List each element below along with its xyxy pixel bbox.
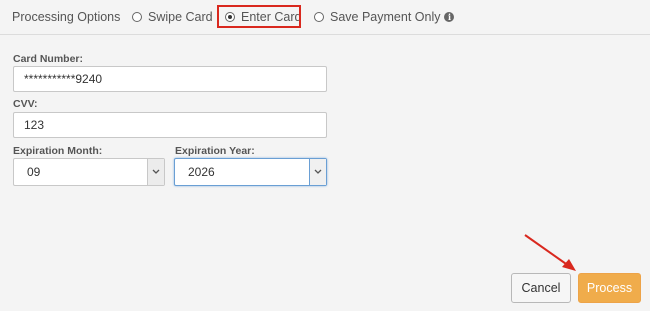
expiration-month-select[interactable]: 09 [13, 158, 165, 186]
radio-save-payment-only[interactable]: Save Payment Only i [314, 0, 455, 34]
annotation-arrow-icon [524, 234, 576, 271]
cancel-button[interactable]: Cancel [511, 273, 571, 303]
chevron-down-icon[interactable] [309, 159, 326, 185]
chevron-down-icon[interactable] [147, 159, 164, 185]
radio-save-payment-only-circle[interactable] [314, 12, 324, 22]
radio-swipe-card[interactable]: Swipe Card [132, 0, 213, 34]
expiration-year-select[interactable]: 2026 [174, 158, 327, 186]
processing-options-title: Processing Options [12, 10, 121, 24]
radio-swipe-card-label: Swipe Card [148, 10, 213, 24]
info-icon[interactable]: i [444, 12, 455, 22]
expiration-year-label: Expiration Year: [175, 145, 255, 157]
process-button[interactable]: Process [578, 273, 641, 303]
cvv-label: CVV: [13, 98, 38, 110]
expiration-month-value: 09 [27, 165, 41, 179]
expiration-year-value: 2026 [188, 165, 215, 179]
cvv-input[interactable]: 123 [13, 112, 327, 138]
expiration-month-label: Expiration Month: [13, 145, 103, 157]
processing-options-bar: Processing Options Swipe Card Enter Card… [0, 0, 650, 35]
radio-save-payment-only-label: Save Payment Only [330, 10, 441, 24]
card-number-label: Card Number: [13, 53, 84, 65]
card-number-input[interactable]: ***********9240 [13, 66, 327, 92]
radio-swipe-card-circle[interactable] [132, 12, 142, 22]
enter-card-highlight [217, 5, 301, 28]
